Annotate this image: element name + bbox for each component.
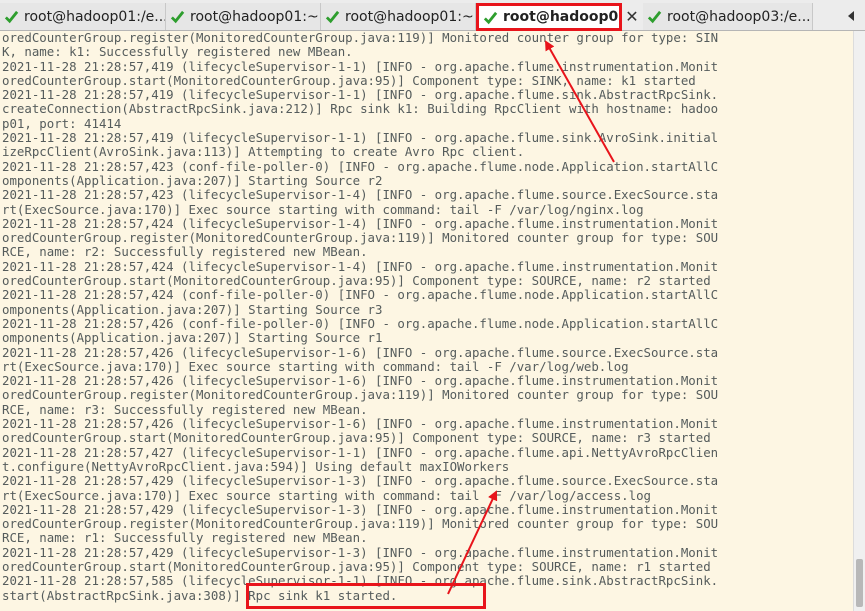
tab-hadoop01-home-2[interactable]: root@hadoop01:~ (321, 3, 476, 30)
log-line: 2021-11-28 21:28:57,424 (lifecycleSuperv… (2, 215, 719, 231)
log-line: RCE, name: r1: Successfully registered n… (2, 530, 368, 546)
log-line: K, name: k1: Successfully registered new… (2, 44, 353, 60)
scrollbar-thumb[interactable] (856, 559, 863, 607)
log-line: oredCounterGroup.start(MonitoredCounterG… (2, 558, 711, 574)
log-line: omponents(Application.java:207)] Startin… (2, 172, 383, 188)
tab-hadoop03-etc[interactable]: root@hadoop03:/e... (643, 3, 813, 30)
log-line: oredCounterGroup.register(MonitoredCount… (2, 31, 719, 45)
terminal-output[interactable]: oredCounterGroup.register(MonitoredCount… (0, 31, 853, 611)
log-line: rt(ExecSource.java:170)] Exec source sta… (2, 201, 644, 217)
log-line: p01, port: 41414 (2, 115, 122, 131)
log-line: 2021-11-28 21:28:57,423 (conf-file-polle… (2, 158, 719, 174)
log-line: 2021-11-28 21:28:57,423 (lifecycleSuperv… (2, 187, 719, 203)
log-line: 2021-11-28 21:28:57,427 (lifecycleSuperv… (2, 444, 719, 460)
chevron-left-icon[interactable] (842, 5, 860, 27)
annotation-highlight-box (246, 583, 486, 609)
tab-label: root@hadoop01:~ (345, 8, 474, 25)
tab-hadoop0-active[interactable]: root@hadoop0... (476, 3, 622, 31)
log-line: 2021-11-28 21:28:57,419 (lifecycleSuperv… (2, 58, 719, 74)
log-line: oredCounterGroup.register(MonitoredCount… (2, 387, 719, 403)
check-icon (647, 10, 662, 24)
log-line: t.configure(NettyAvroRpcClient.java:594)… (2, 458, 510, 474)
log-line: oredCounterGroup.register(MonitoredCount… (2, 230, 719, 246)
tab-label: root@hadoop01:/e... (24, 8, 166, 25)
tab-label: root@hadoop0... (503, 9, 622, 25)
check-icon (170, 10, 185, 24)
log-line: oredCounterGroup.register(MonitoredCount… (2, 516, 719, 532)
log-line: 2021-11-28 21:28:57,426 (lifecycleSuperv… (2, 373, 719, 389)
tab-hadoop01-etc[interactable]: root@hadoop01:/e... (0, 3, 166, 30)
tab-bar: root@hadoop01:/e... root@hadoop01:~ root… (0, 0, 865, 31)
log-line: 2021-11-28 21:28:57,426 (lifecycleSuperv… (2, 416, 719, 432)
log-line: 2021-11-28 21:28:57,429 (lifecycleSuperv… (2, 501, 719, 517)
log-line: 2021-11-28 21:28:57,424 (conf-file-polle… (2, 287, 719, 303)
log-line: oredCounterGroup.start(MonitoredCounterG… (2, 430, 711, 446)
tab-hadoop01-home-1[interactable]: root@hadoop01:~ (166, 3, 321, 30)
log-line: 2021-11-28 21:28:57,426 (conf-file-polle… (2, 315, 719, 331)
log-line: izeRpcClient(AvroSink.java:113)] Attempt… (2, 144, 525, 160)
log-line: rt(ExecSource.java:170)] Exec source sta… (2, 358, 629, 374)
log-line: 2021-11-28 21:28:57,429 (lifecycleSuperv… (2, 473, 719, 489)
log-line: oredCounterGroup.start(MonitoredCounterG… (2, 273, 711, 289)
log-line: oredCounterGroup.start(MonitoredCounterG… (2, 72, 696, 88)
log-line: omponents(Application.java:207)] Startin… (2, 301, 383, 317)
check-icon (483, 11, 498, 24)
check-icon (4, 10, 19, 24)
log-line: 2021-11-28 21:28:57,426 (lifecycleSuperv… (2, 344, 719, 360)
log-line: rt(ExecSource.java:170)] Exec source sta… (2, 487, 652, 503)
vertical-scrollbar[interactable] (853, 31, 865, 611)
log-line: RCE, name: r3: Successfully registered n… (2, 401, 368, 417)
log-line: 2021-11-28 21:28:57,429 (lifecycleSuperv… (2, 544, 719, 560)
log-line: 2021-11-28 21:28:57,424 (lifecycleSuperv… (2, 258, 719, 274)
log-line: 2021-11-28 21:28:57,419 (lifecycleSuperv… (2, 87, 719, 103)
tab-label: root@hadoop03:/e... (667, 8, 811, 25)
log-line: RCE, name: r2: Successfully registered n… (2, 244, 368, 260)
log-line: omponents(Application.java:207)] Startin… (2, 330, 383, 346)
check-icon (325, 10, 340, 24)
log-line: createConnection(AbstractRpcSink.java:21… (2, 101, 719, 117)
terminal-log: oredCounterGroup.register(MonitoredCount… (0, 31, 853, 603)
log-line: 2021-11-28 21:28:57,419 (lifecycleSuperv… (2, 130, 719, 146)
tab-label: root@hadoop01:~ (190, 8, 319, 25)
close-icon[interactable]: ✕ (623, 5, 641, 27)
